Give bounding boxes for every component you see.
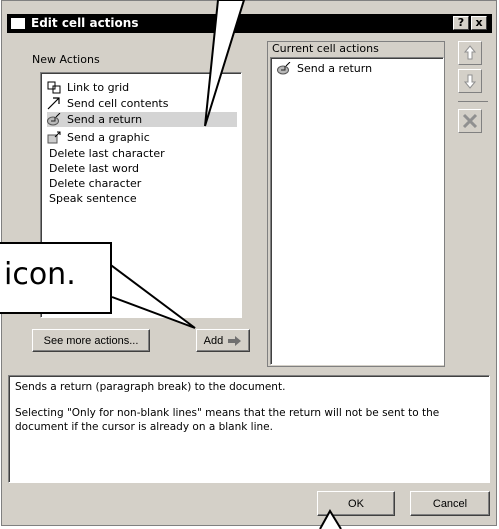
callout-text: icon. <box>4 257 76 292</box>
callout-box: icon. <box>0 242 112 314</box>
